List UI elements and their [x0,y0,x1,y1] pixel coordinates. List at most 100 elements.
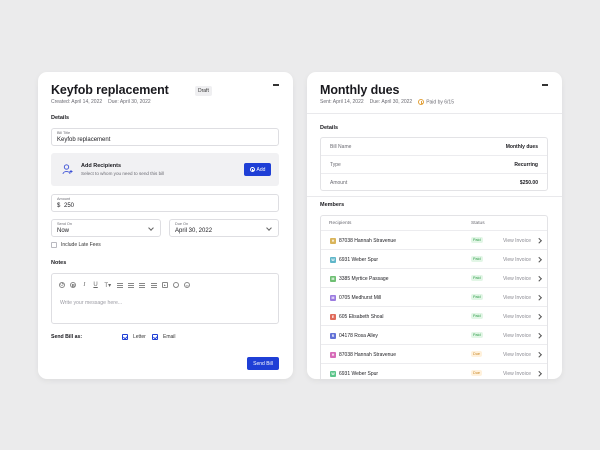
notes-editor[interactable]: ↺ B I U T▾ ▲ ◡ ∞ Write your message here… [51,273,279,324]
member-row: H 87038 Hannah Stravenue Paid View Invoice [321,231,547,250]
details-row-type: Type Recurring [321,156,547,174]
minimize-button[interactable] [537,79,553,91]
status-badge: Paid [471,237,483,243]
add-recipients-title: Add Recipients [81,163,122,169]
details-value: Monthly dues [505,143,538,150]
email-checkbox[interactable] [152,334,158,340]
view-invoice-link[interactable]: View Invoice [503,314,531,320]
status-badge: Paid [471,294,483,300]
bill-title-value: Keyfob replacement [57,137,111,143]
details-label: Details [320,125,339,131]
bill-meta: Created: April 14, 2022 Due: April 30, 2… [51,99,151,105]
member-name: 87038 Hannah Stravenue [339,351,396,358]
late-fees-label: Include Late Fees [61,242,101,248]
due-on-select[interactable]: Due On April 30, 2022 [169,219,279,237]
bill-title-field[interactable]: Bill Title Keyfob replacement [51,128,279,146]
details-value: $250.00 [519,180,538,186]
paid-by: Paid by 6/15 [418,99,454,105]
details-key: Type [330,161,341,168]
bill-title-label: Bill Title [57,131,71,135]
bill-meta: Sent: April 14, 2022 Due: April 30, 2022… [320,99,454,105]
sent-date: Sent: April 14, 2022 [320,99,364,106]
member-avatar: R [330,332,336,339]
letter-label: Letter [133,334,146,340]
details-row-bill-name: Bill Name Monthly dues [321,138,547,156]
emoji-icon[interactable]: ◡ [172,282,179,288]
text-size-icon[interactable]: T▾ [104,282,112,289]
member-row: W 6931 Weber Spur Due View Invoice [321,364,547,379]
late-fees-checkbox[interactable] [51,242,57,248]
created-date: Created: April 14, 2022 [51,99,103,105]
chevron-down-icon [266,225,272,231]
due-date: Due: April 30, 2022 [108,99,151,105]
underline-icon[interactable]: U [93,282,99,288]
details-key: Amount [330,180,348,186]
member-row: R 04178 Rosa Alley Paid View Invoice [321,326,547,345]
add-button-label: Add [256,166,266,173]
member-avatar: H [330,351,336,358]
member-avatar: M [330,294,336,301]
email-label: Email [163,334,176,340]
send-bill-button[interactable]: Send Bill [247,357,279,370]
add-recipient-button[interactable]: Add [244,163,271,176]
status-badge: Draft [195,86,212,96]
amount-value: 250 [64,203,75,209]
due-on-value: April 30, 2022 [175,228,213,234]
add-recipients-subtitle: Select to whom you need to send this bil… [81,171,165,176]
member-row: W 6931 Weber Spur Paid View Invoice [321,250,547,269]
bill-title-heading: Monthly dues [320,83,400,97]
view-invoice-link[interactable]: View Invoice [503,352,531,358]
italic-icon[interactable]: I [81,282,87,288]
image-icon[interactable]: ▲ [161,282,168,288]
chevron-right-icon[interactable] [536,370,542,376]
view-invoice-link[interactable]: View Invoice [503,257,531,263]
view-invoice-link[interactable]: View Invoice [503,371,531,377]
recipients-column-header: Recipients [329,221,352,226]
member-name: 6931 Weber Spur [339,370,379,377]
bill-detail-card: Monthly dues Sent: April 14, 2022 Due: A… [307,72,562,379]
chevron-right-icon[interactable] [536,351,542,357]
amount-field[interactable]: Amount $ 250 [51,194,279,212]
header-divider [307,113,562,114]
chevron-right-icon[interactable] [536,237,542,243]
members-label: Members [320,202,345,208]
chevron-down-icon [148,225,154,231]
send-on-select[interactable]: Send On Now [51,219,161,237]
member-name: 04178 Rosa Alley [339,332,378,339]
member-avatar: E [330,313,336,320]
chevron-right-icon[interactable] [536,275,542,281]
member-name: 87038 Hannah Stravenue [339,237,396,244]
members-table: Recipients Status H 87038 Hannah Stravenu… [320,215,548,379]
member-avatar: W [330,256,336,263]
member-name: 6931 Weber Spur [339,256,379,263]
new-bill-card: Keyfob replacement Draft Created: April … [38,72,293,379]
align-right-icon[interactable] [139,282,146,288]
letter-checkbox[interactable] [122,334,128,340]
amount-label: Amount [57,197,71,201]
view-invoice-link[interactable]: View Invoice [503,238,531,244]
align-left-icon[interactable] [116,282,123,288]
plus-icon [249,167,255,172]
status-badge: Paid [471,256,483,262]
chevron-right-icon[interactable] [536,313,542,319]
member-avatar: M [330,275,336,282]
chevron-right-icon[interactable] [536,256,542,262]
chevron-right-icon[interactable] [536,294,542,300]
minimize-button[interactable] [268,79,284,91]
link-icon[interactable]: ∞ [184,282,191,288]
view-invoice-link[interactable]: View Invoice [503,276,531,282]
bold-icon[interactable]: B [70,282,77,288]
view-invoice-link[interactable]: View Invoice [503,333,531,339]
member-name: 0705 Medhurst Mill [339,294,382,301]
list-icon[interactable] [150,282,157,288]
status-column-header: Status [471,221,485,226]
status-badge: Due [471,370,482,376]
view-invoice-link[interactable]: View Invoice [503,295,531,301]
align-center-icon[interactable] [128,282,135,288]
member-avatar: W [330,370,336,377]
send-on-label: Send On [57,222,72,226]
chevron-right-icon[interactable] [536,332,542,338]
undo-icon[interactable]: ↺ [59,282,65,288]
details-value: Recurring [514,161,538,168]
send-as-label: Send Bill as: [51,334,83,340]
